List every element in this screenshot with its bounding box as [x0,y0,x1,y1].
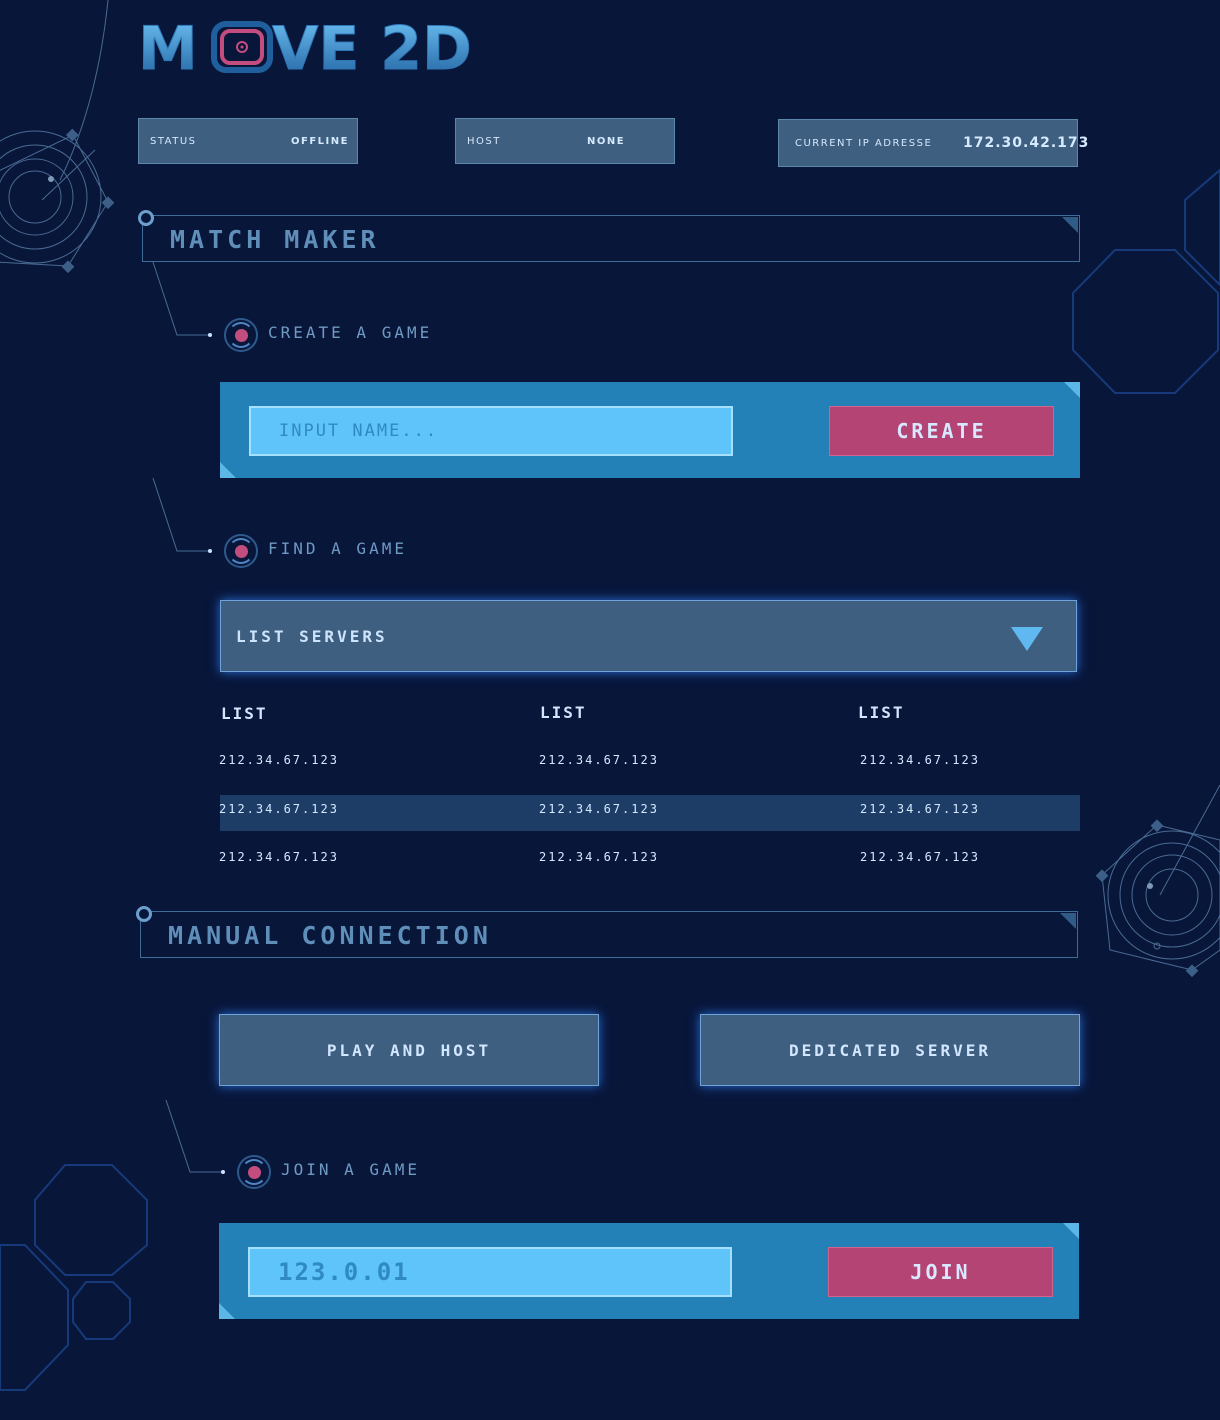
status-value: OFFLINE [291,136,349,147]
list-servers-dropdown[interactable]: LIST SERVERS [220,600,1077,672]
corner-notch-icon [1063,1223,1079,1239]
server-ip-cell: 212.34.67.123 [539,802,659,816]
find-game-heading: FIND A GAME [268,539,407,558]
ip-label: CURRENT IP ADRESSE [795,138,933,149]
server-ip-cell: 212.34.67.123 [860,802,980,816]
logo-text-rest: VE 2D [272,14,472,78]
game-name-input[interactable] [249,406,733,456]
play-and-host-button[interactable]: PLAY AND HOST [219,1014,599,1086]
ip-box: CURRENT IP ADRESSE 172.30.42.173 [778,119,1088,167]
host-value: NONE [587,136,626,147]
join-button[interactable]: JOIN [828,1247,1053,1297]
column-header: LIST [858,703,905,722]
corner-notch-icon [219,1303,235,1319]
list-servers-label: LIST SERVERS [236,627,388,646]
server-ip-cell: 212.34.67.123 [219,802,339,816]
corner-notch-icon [220,462,236,478]
status-box: STATUS OFFLINE [138,118,358,164]
match-maker-title: MATCH MAKER [170,225,380,254]
column-header: LIST [221,704,268,723]
logo-text-m: M [138,14,198,78]
column-header: LIST [540,703,587,722]
create-game-heading: CREATE A GAME [268,323,433,342]
join-game-bullet-icon [237,1155,271,1189]
server-ip-cell: 212.34.67.123 [219,850,339,864]
server-ip-cell: 212.34.67.123 [539,753,659,767]
background-decoration [0,0,1220,1391]
server-ip-cell: 212.34.67.123 [219,753,339,767]
status-label: STATUS [150,136,197,147]
join-game-heading: JOIN A GAME [281,1160,420,1179]
manual-connection-header: MANUAL CONNECTION [136,906,1078,958]
logo-o-icon [211,21,273,73]
app-logo: M VE 2D [138,14,473,78]
server-ip-cell: 212.34.67.123 [860,850,980,864]
section-knob-icon [138,210,154,226]
join-game-panel: JOIN [219,1223,1079,1319]
ip-value: 172.30.42.173 [963,135,1090,151]
create-button[interactable]: CREATE [829,406,1054,456]
host-label: HOST [467,136,501,147]
corner-notch-icon [1062,217,1078,233]
find-game-bullet-icon [224,534,258,568]
section-knob-icon [136,906,152,922]
create-game-bullet-icon [224,318,258,352]
corner-notch-icon [1060,913,1076,929]
manual-connection-title: MANUAL CONNECTION [168,921,492,950]
dropdown-arrow-icon [1011,627,1043,651]
host-box: HOST NONE [455,118,675,164]
create-game-panel: CREATE [220,382,1080,478]
server-ip-cell: 212.34.67.123 [860,753,980,767]
ip-address-input[interactable] [248,1247,732,1297]
match-maker-header: MATCH MAKER [138,210,1080,262]
corner-notch-icon [1064,382,1080,398]
server-ip-cell: 212.34.67.123 [539,850,659,864]
dedicated-server-button[interactable]: DEDICATED SERVER [700,1014,1080,1086]
